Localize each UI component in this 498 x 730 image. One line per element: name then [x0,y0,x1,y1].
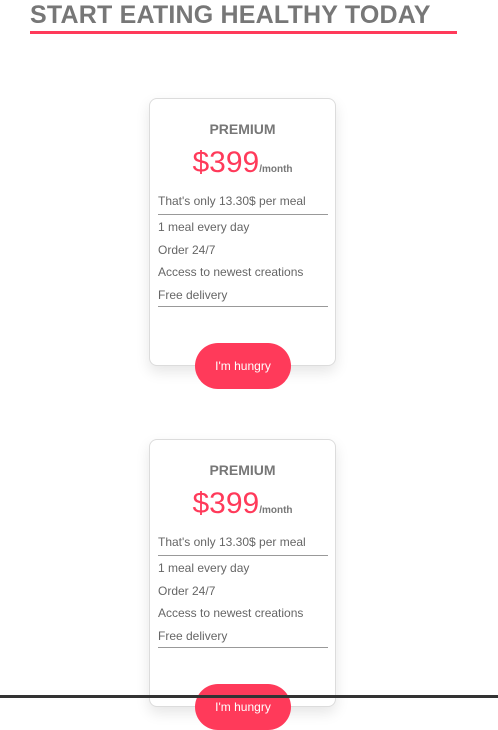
feature-list: 1 meal every day Order 24/7 Access to ne… [158,216,328,307]
per-meal-price: That's only 13.30$ per meal [158,194,328,215]
title-underline [30,31,457,34]
page-title: START EATING HEALTHY TODAY [30,1,431,29]
feature-item: 1 meal every day [158,220,250,234]
feature-item: Order 24/7 [158,242,216,257]
feature-list: 1 meal every day Order 24/7 Access to ne… [158,557,328,648]
feature-item: Access to newest creations [158,265,304,279]
im-hungry-button[interactable]: I'm hungry [195,343,291,389]
price-amount: $399 [192,146,260,179]
pricing-card-premium: PREMIUM $399/month That's only 13.30$ pe… [149,98,336,389]
price-period: /month [259,164,293,175]
feature-item: 1 meal every day [158,561,250,575]
plan-name: PREMIUM [209,462,276,478]
price-period: /month [259,505,293,516]
price-amount: $399 [192,487,260,520]
plan-name: PREMIUM [209,121,276,137]
per-meal-price: That's only 13.30$ per meal [158,535,328,556]
feature-item: Free delivery [158,628,228,643]
im-hungry-button[interactable]: I'm hungry [195,684,291,730]
feature-item: Access to newest creations [158,606,304,620]
feature-item: Free delivery [158,287,228,302]
price-row: $399/month [150,146,335,180]
feature-item: Order 24/7 [158,583,216,598]
pricing-card-premium: PREMIUM $399/month That's only 13.30$ pe… [149,439,336,730]
price-row: $399/month [150,487,335,521]
